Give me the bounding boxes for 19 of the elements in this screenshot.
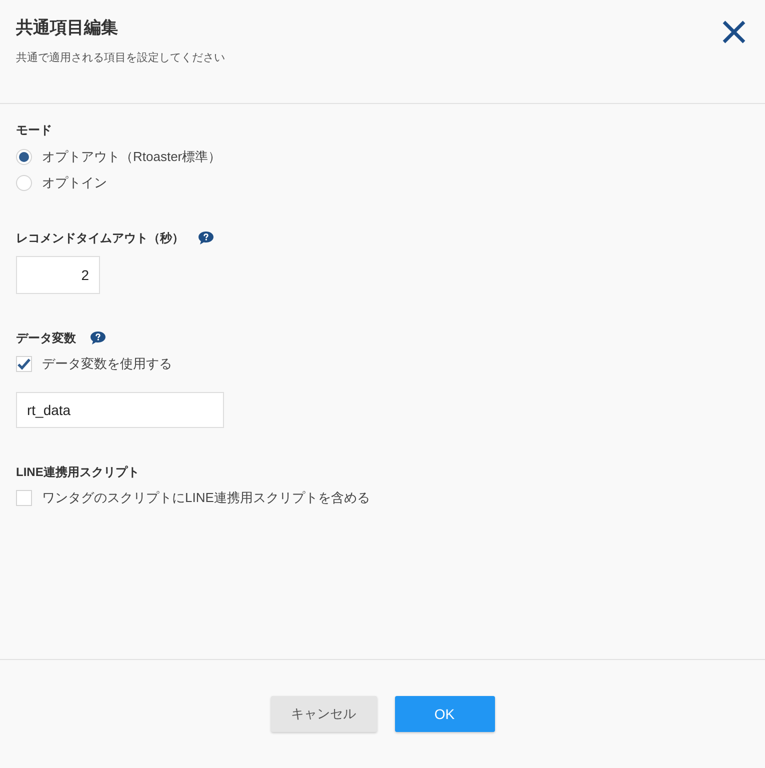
checkbox-option[interactable]: ワンタグのスクリプトにLINE連携用スクリプトを含める: [16, 485, 370, 511]
dialog-subtitle: 共通で適用される項目を設定してください: [16, 50, 225, 66]
radio-option[interactable]: オプトアウト（Rtoaster標準）: [16, 144, 222, 170]
help-icon[interactable]: [198, 231, 214, 245]
selected-radio-icon[interactable]: [16, 149, 32, 165]
section-label: モード: [16, 122, 52, 139]
number-input-field[interactable]: 2: [16, 256, 100, 294]
dialog-title: 共通項目編集: [16, 17, 119, 39]
cancel-button[interactable]: キャンセル: [270, 696, 376, 732]
radio-option[interactable]: オプトイン: [16, 170, 107, 196]
checkbox-icon[interactable]: [16, 490, 32, 506]
text-input-field[interactable]: rt_data: [16, 392, 224, 428]
checkbox-option[interactable]: データ変数を使用する: [16, 351, 172, 377]
radio-icon[interactable]: [16, 175, 32, 191]
section-label: レコメンドタイムアウト（秒）: [16, 230, 184, 247]
help-icon[interactable]: [90, 331, 106, 345]
section-label: LINE連携用スクリプト: [16, 464, 140, 481]
section-label: データ変数: [16, 330, 76, 347]
checked-checkbox-icon[interactable]: [16, 356, 32, 372]
